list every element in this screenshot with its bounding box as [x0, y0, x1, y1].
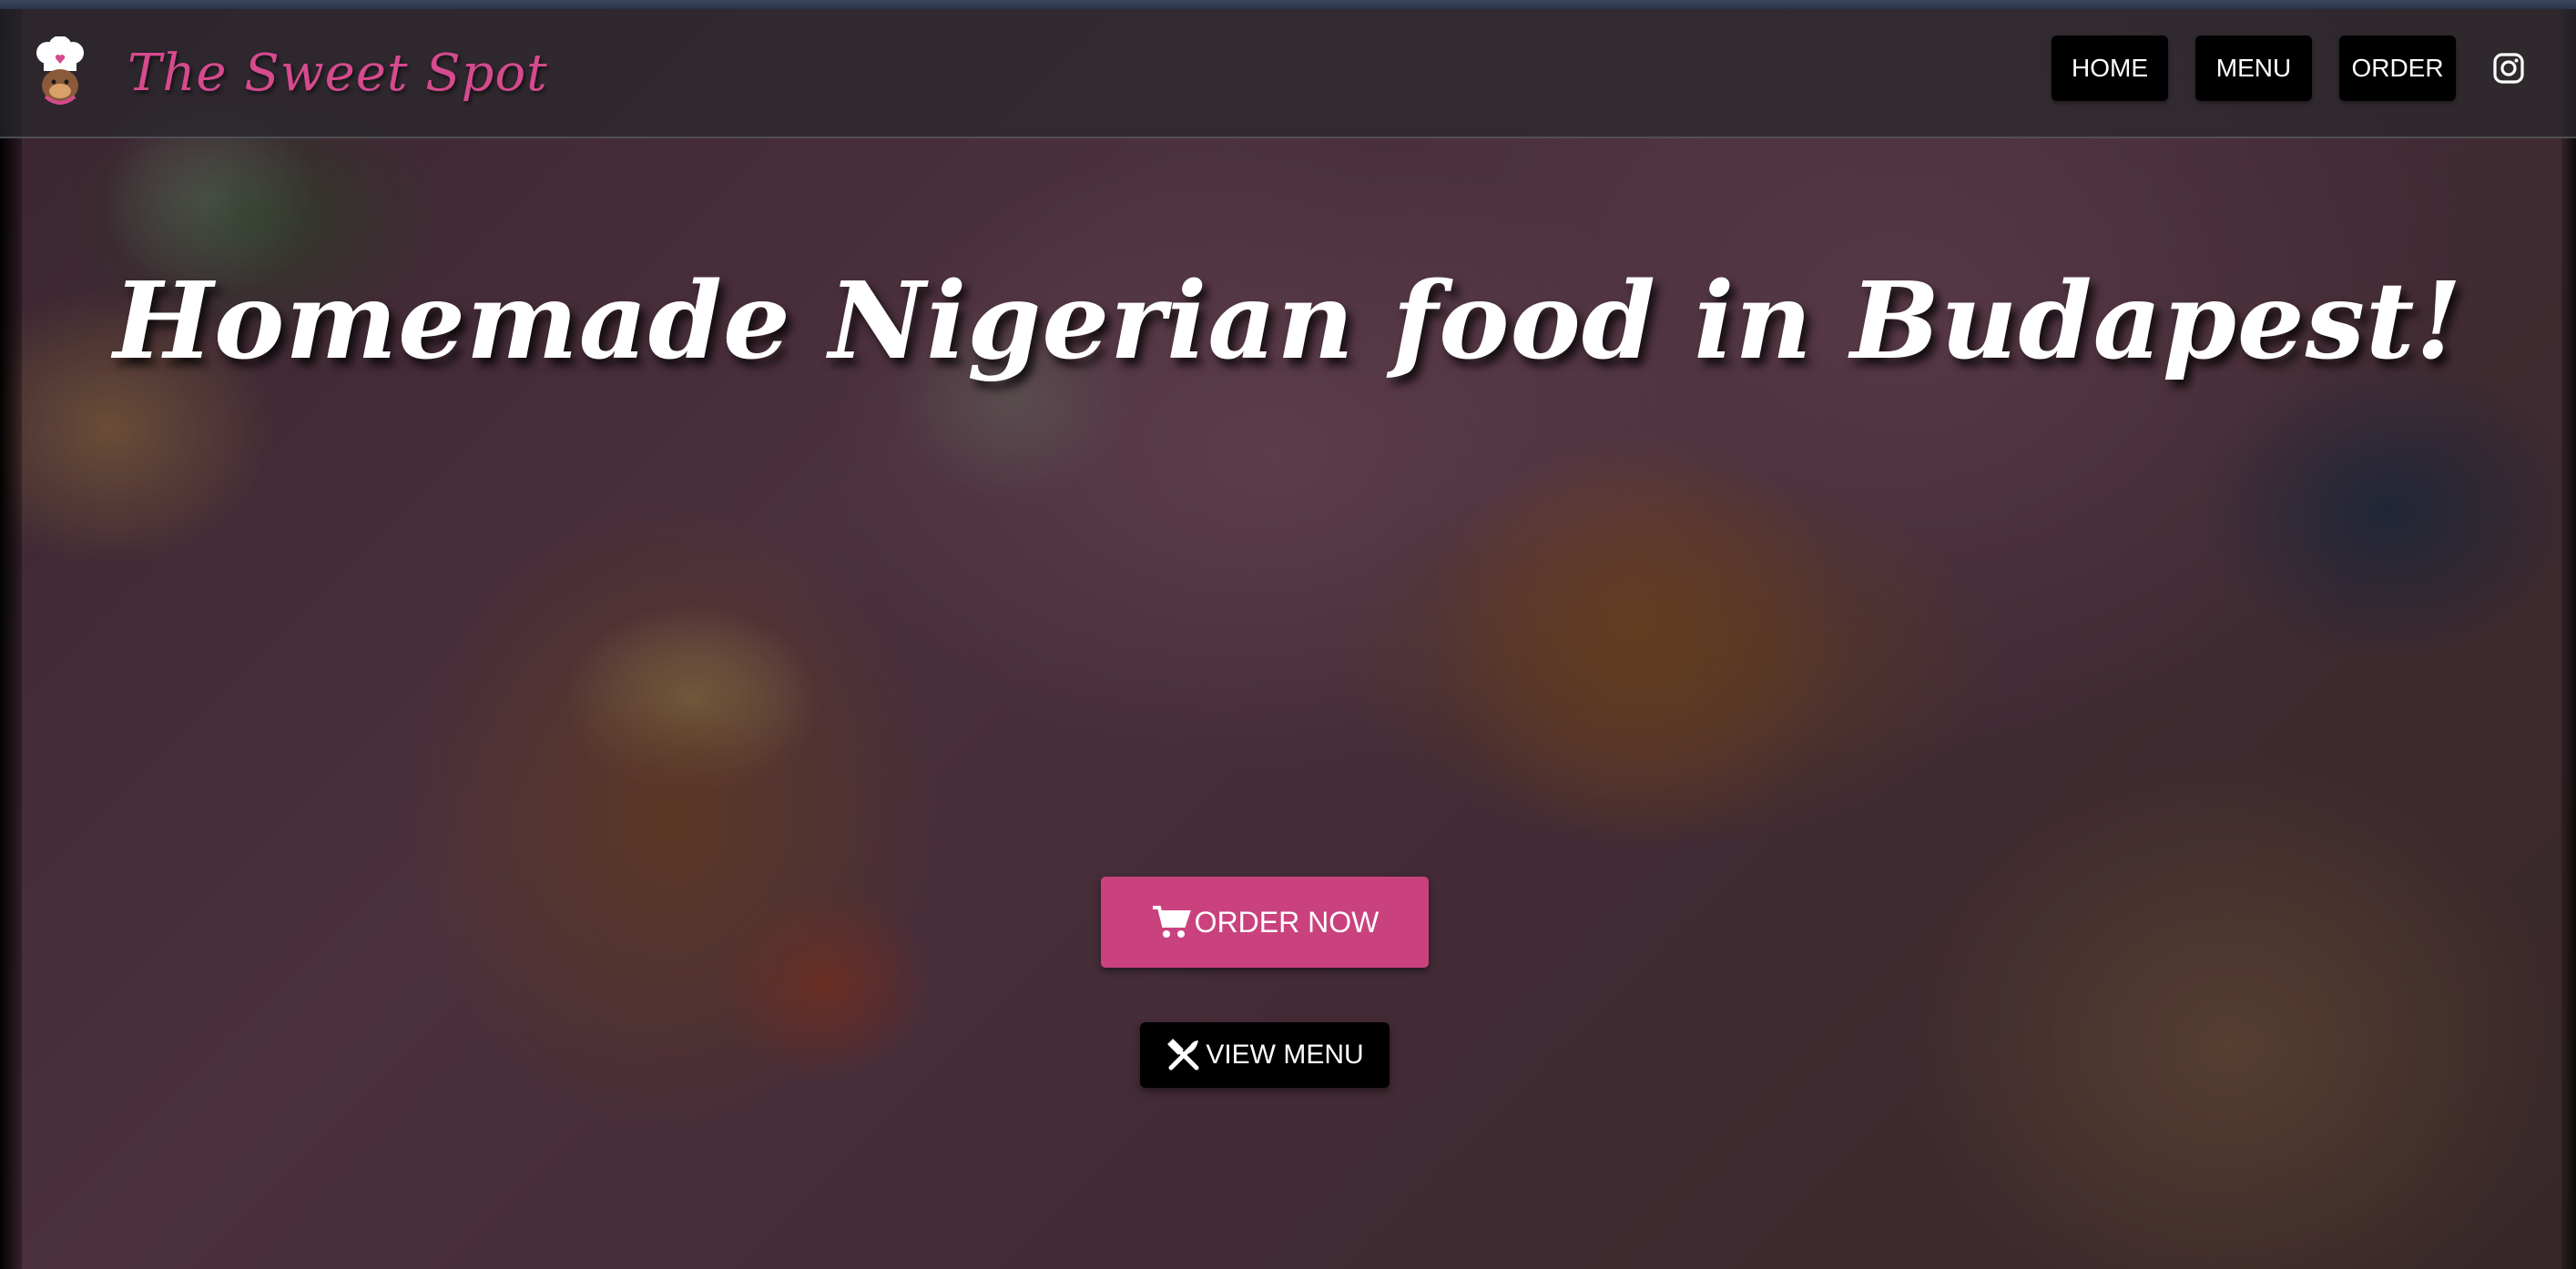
cart-icon	[1151, 904, 1191, 940]
nav-order-button[interactable]: ORDER	[2339, 36, 2456, 101]
brand-link[interactable]: The Sweet Spot	[25, 31, 548, 115]
nav-home-button[interactable]: HOME	[2052, 36, 2168, 101]
order-now-label: ORDER NOW	[1194, 905, 1380, 939]
navbar: The Sweet Spot HOME MENU ORDER	[0, 9, 2576, 138]
order-now-button[interactable]: ORDER NOW	[1101, 877, 1429, 968]
browser-top-strip	[0, 0, 2576, 9]
nav-links: HOME MENU ORDER	[2024, 35, 2527, 102]
left-edge-shadow	[0, 0, 22, 1269]
hero-headline: Homemade Nigerian food in Budapest!	[113, 259, 2463, 383]
chef-logo-icon	[25, 36, 91, 109]
right-edge-shadow	[2561, 0, 2576, 1269]
view-menu-label: VIEW MENU	[1206, 1040, 1364, 1070]
nav-menu-button[interactable]: MENU	[2195, 36, 2312, 101]
fork-knife-icon	[1166, 1037, 1202, 1073]
view-menu-button[interactable]: VIEW MENU	[1140, 1022, 1390, 1088]
brand-name: The Sweet Spot	[127, 43, 548, 103]
page: The Sweet Spot HOME MENU ORDER Homemade …	[0, 0, 2576, 1269]
instagram-icon[interactable]	[2490, 50, 2527, 86]
